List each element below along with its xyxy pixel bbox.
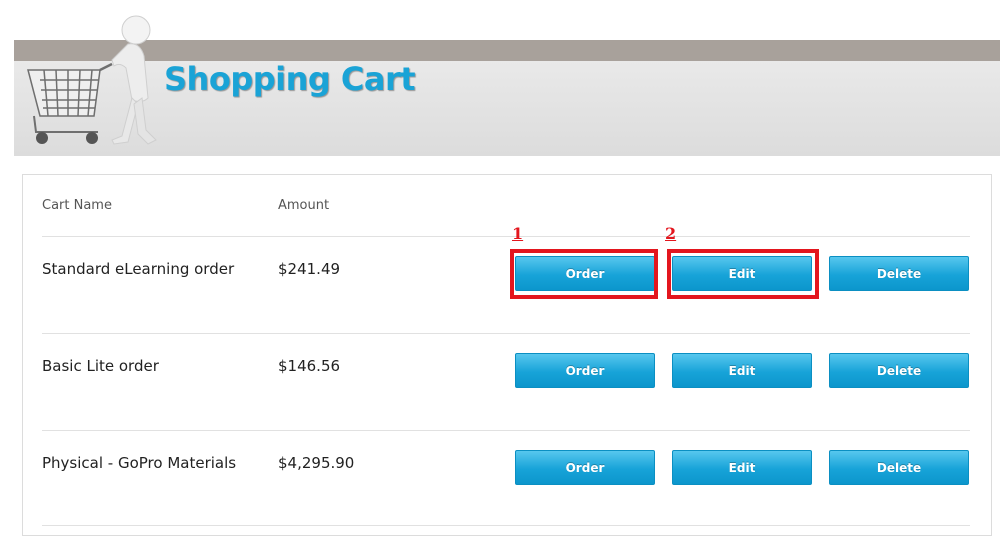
column-header-cart-name: Cart Name [42, 198, 112, 213]
row-divider [42, 236, 970, 237]
cart-name: Physical - GoPro Materials [42, 454, 237, 472]
order-button[interactable]: Order [515, 450, 655, 485]
edit-button[interactable]: Edit [672, 450, 812, 485]
edit-button[interactable]: Edit [672, 353, 812, 388]
row-divider [42, 525, 970, 526]
annotation-number-1: 1 [512, 224, 524, 243]
order-button[interactable]: Order [515, 353, 655, 388]
highlight-box-edit [667, 249, 819, 299]
cart-amount: $4,295.90 [278, 454, 355, 472]
column-header-amount: Amount [278, 198, 330, 213]
cart-amount: $241.49 [278, 260, 341, 278]
delete-button[interactable]: Delete [829, 256, 969, 291]
row-divider [42, 333, 970, 334]
row-divider [42, 430, 970, 431]
shopping-cart-figure-icon [27, 15, 157, 145]
delete-button[interactable]: Delete [829, 450, 969, 485]
delete-button[interactable]: Delete [829, 353, 969, 388]
page-header: Shopping Cart [14, 0, 1000, 156]
cart-name: Standard eLearning order [42, 260, 235, 278]
cart-amount: $146.56 [278, 357, 341, 375]
annotation-number-2: 2 [665, 224, 677, 243]
cart-name: Basic Lite order [42, 357, 159, 375]
page-title: Shopping Cart [164, 60, 416, 98]
highlight-box-order [510, 249, 658, 299]
